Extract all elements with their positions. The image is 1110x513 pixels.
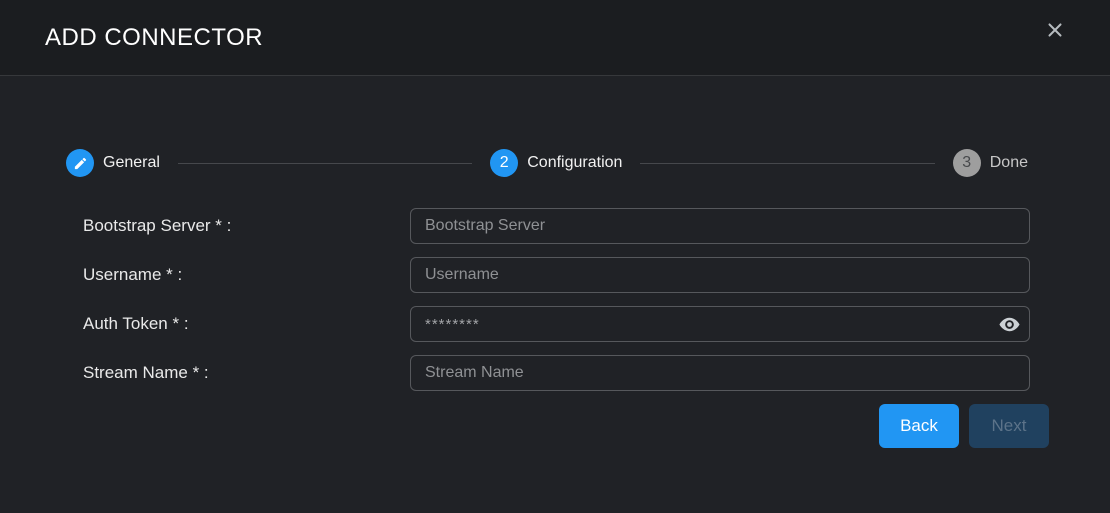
toggle-password-visibility-button[interactable] [997, 312, 1021, 336]
pencil-icon [73, 156, 88, 171]
step-general-indicator [66, 149, 94, 177]
step-done-indicator: 3 [953, 149, 981, 177]
username-input[interactable] [410, 257, 1030, 293]
username-label: Username * : [83, 265, 410, 285]
step-general[interactable]: General [66, 149, 160, 177]
step-configuration-indicator: 2 [490, 149, 518, 177]
step-done: 3 Done [953, 149, 1028, 177]
next-button[interactable]: Next [969, 404, 1049, 448]
wizard-stepper: General 2 Configuration 3 Done [66, 149, 1028, 177]
form-row-auth-token: Auth Token * : [83, 306, 1030, 342]
username-input-wrap [410, 257, 1030, 293]
footer-actions: Back Next [879, 404, 1049, 448]
close-button[interactable] [1042, 17, 1068, 43]
back-button[interactable]: Back [879, 404, 959, 448]
auth-token-label: Auth Token * : [83, 314, 410, 334]
step-done-label: Done [990, 154, 1028, 172]
form-row-username: Username * : [83, 257, 1030, 293]
step-configuration-label: Configuration [527, 154, 622, 172]
bootstrap-server-input[interactable] [410, 208, 1030, 244]
stepper-connector [640, 163, 934, 164]
close-icon [1044, 19, 1066, 41]
eye-icon [998, 313, 1021, 336]
bootstrap-server-label: Bootstrap Server * : [83, 216, 410, 236]
form-row-bootstrap-server: Bootstrap Server * : [83, 208, 1030, 244]
stream-name-label: Stream Name * : [83, 363, 410, 383]
modal-header: ADD CONNECTOR [0, 0, 1110, 76]
form-row-stream-name: Stream Name * : [83, 355, 1030, 391]
step-general-label: General [103, 154, 160, 172]
step-configuration[interactable]: 2 Configuration [490, 149, 622, 177]
stepper-connector [178, 163, 472, 164]
page-title: ADD CONNECTOR [45, 24, 263, 52]
auth-token-input[interactable] [410, 306, 1030, 342]
configuration-form: Bootstrap Server * : Username * : Auth T… [83, 208, 1030, 404]
stream-name-input-wrap [410, 355, 1030, 391]
stream-name-input[interactable] [410, 355, 1030, 391]
bootstrap-server-input-wrap [410, 208, 1030, 244]
auth-token-input-wrap [410, 306, 1030, 342]
